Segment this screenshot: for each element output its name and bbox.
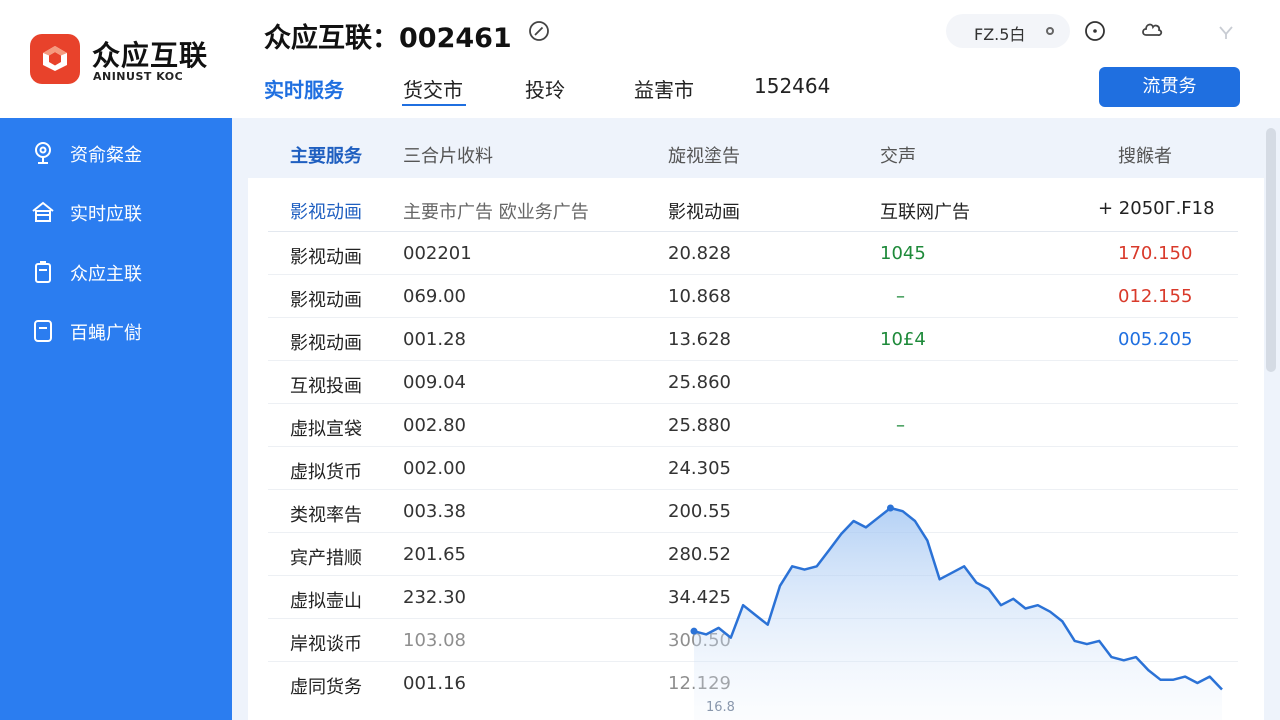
brand-logo[interactable] xyxy=(30,34,80,84)
row-extra: 170.150 xyxy=(1118,243,1193,264)
table-row[interactable]: 影视动画 001.28 13.628 10£4 005.205 xyxy=(268,318,1238,361)
sidebar-item-main[interactable]: 众应主联 xyxy=(30,255,220,289)
sidebar-item-label: 资俞粲金 xyxy=(70,145,142,166)
row-code: 001.16 xyxy=(403,673,466,694)
table-subheader: 影视动画 主要市广告 欧业务广告 影视动画 互联网广告 + 2050Г.F18 xyxy=(268,184,1238,232)
info-icon[interactable] xyxy=(1084,20,1106,42)
row-code: 001.28 xyxy=(403,329,466,350)
x-tick-label: 16.8 xyxy=(706,700,735,715)
chevron-down-icon[interactable] xyxy=(1216,22,1236,42)
status-pill[interactable]: FZ.5白 xyxy=(946,14,1070,48)
row-code: 002.80 xyxy=(403,415,466,436)
brand-subtitle: ANINUST KOC xyxy=(93,70,184,83)
subheader-cell: 影视动画 xyxy=(290,202,362,223)
logo-cube-icon xyxy=(43,46,67,71)
column-header[interactable]: 搜餱者 xyxy=(1118,142,1172,168)
row-value: 25.880 xyxy=(668,415,731,436)
row-code: 103.08 xyxy=(403,630,466,651)
row-name: 虚拟货币 xyxy=(290,462,362,483)
home-icon xyxy=(32,201,54,222)
row-code: 003.38 xyxy=(403,501,466,522)
table-header: 主要服务 三合片收料 旋视塗告 交声 搜餱者 xyxy=(248,128,1264,178)
primary-action-button[interactable]: 流贯务 xyxy=(1099,67,1240,107)
row-name: 类视率告 xyxy=(290,505,362,526)
row-name: 虚拟宣袋 xyxy=(290,419,362,440)
edit-icon[interactable] xyxy=(528,20,550,42)
row-name: 影视动画 xyxy=(290,333,362,354)
cloud-icon[interactable] xyxy=(1140,18,1164,42)
row-change: 1045 xyxy=(880,243,926,264)
document-icon xyxy=(34,320,52,342)
row-code: 002201 xyxy=(403,243,472,264)
row-value: 10.868 xyxy=(668,286,731,307)
clipboard-icon xyxy=(35,261,51,283)
row-code: 232.30 xyxy=(403,587,466,608)
row-extra: 012.155 xyxy=(1118,286,1193,307)
chart-point xyxy=(886,504,894,512)
row-extra: 005.205 xyxy=(1118,329,1193,350)
row-value: 13.628 xyxy=(668,329,731,350)
row-name: 虚拟壸山 xyxy=(290,591,362,612)
sidebar-item-label: 众应主联 xyxy=(70,264,142,285)
sidebar-item-realtime[interactable]: 实时应联 xyxy=(30,195,220,229)
table-row[interactable]: 虚拟宣袋 002.80 25.880 – xyxy=(268,404,1238,447)
column-header[interactable]: 旋视塗告 xyxy=(668,142,740,168)
row-name: 互视投画 xyxy=(290,376,362,397)
row-value: 24.305 xyxy=(668,458,731,479)
row-change: – xyxy=(896,415,905,436)
subheader-cell: 影视动画 xyxy=(668,202,740,223)
sidebar: 资俞粲金 实时应联 众应主联 百蝇广傠 xyxy=(0,118,232,720)
table-row[interactable]: 互视投画 009.04 25.860 xyxy=(268,361,1238,404)
column-header[interactable]: 三合片收料 xyxy=(403,142,493,168)
row-code: 201.65 xyxy=(403,544,466,565)
sidebar-item-funds[interactable]: 资俞粲金 xyxy=(30,136,220,170)
subheader-cell: 互联网广告 xyxy=(880,202,970,223)
page-title: 众应互联：002461 xyxy=(264,23,512,54)
row-code: 002.00 xyxy=(403,458,466,479)
row-change: – xyxy=(896,286,905,307)
location-icon xyxy=(35,142,51,164)
row-name: 影视动画 xyxy=(290,290,362,311)
row-value: 25.860 xyxy=(668,372,731,393)
tab-code[interactable]: 152464 xyxy=(754,74,830,98)
brand-name: 众应互联 xyxy=(92,39,209,72)
sidebar-item-label: 实时应联 xyxy=(70,204,142,225)
chart-point xyxy=(690,627,698,635)
chart-area-fill xyxy=(694,508,1222,720)
table-row[interactable]: 影视动画 002201 20.828 1045 170.150 xyxy=(268,232,1238,275)
row-value: 20.828 xyxy=(668,243,731,264)
column-header[interactable]: 主要服务 xyxy=(290,142,362,168)
row-name: 影视动画 xyxy=(290,247,362,268)
trend-chart xyxy=(690,504,1223,720)
tab-invest[interactable]: 投玲 xyxy=(525,74,565,103)
subheader-cell: + 2050Г.F18 xyxy=(1098,198,1215,219)
row-name: 宾产措顺 xyxy=(290,548,362,569)
row-name: 岸视谈币 xyxy=(290,634,362,655)
status-text: FZ.5白 xyxy=(974,25,1026,44)
tab-goods-market[interactable]: 货交市 xyxy=(403,74,463,103)
active-tab-indicator xyxy=(402,104,466,106)
table-row[interactable]: 影视动画 069.00 10.868 – 012.155 xyxy=(268,275,1238,318)
sidebar-item-ads[interactable]: 百蝇广傠 xyxy=(30,314,220,348)
column-header[interactable]: 交声 xyxy=(880,142,916,168)
row-name: 虚同货务 xyxy=(290,677,362,698)
row-code: 009.04 xyxy=(403,372,466,393)
table-row[interactable]: 虚拟货币 002.00 24.305 xyxy=(268,447,1238,490)
sidebar-item-label: 百蝇广傠 xyxy=(70,323,142,344)
tab-market[interactable]: 益害市 xyxy=(634,74,694,103)
tab-realtime-service[interactable]: 实时服务 xyxy=(264,74,344,103)
vertical-scrollbar[interactable] xyxy=(1266,128,1276,372)
subheader-cell: 主要市广告 欧业务广告 xyxy=(403,202,589,223)
row-code: 069.00 xyxy=(403,286,466,307)
row-change: 10£4 xyxy=(880,329,926,350)
dot-icon xyxy=(1046,27,1054,35)
top-header: 众应互联 ANINUST KOC 众应互联：002461 实时服务 货交市 投玲… xyxy=(0,0,1280,118)
